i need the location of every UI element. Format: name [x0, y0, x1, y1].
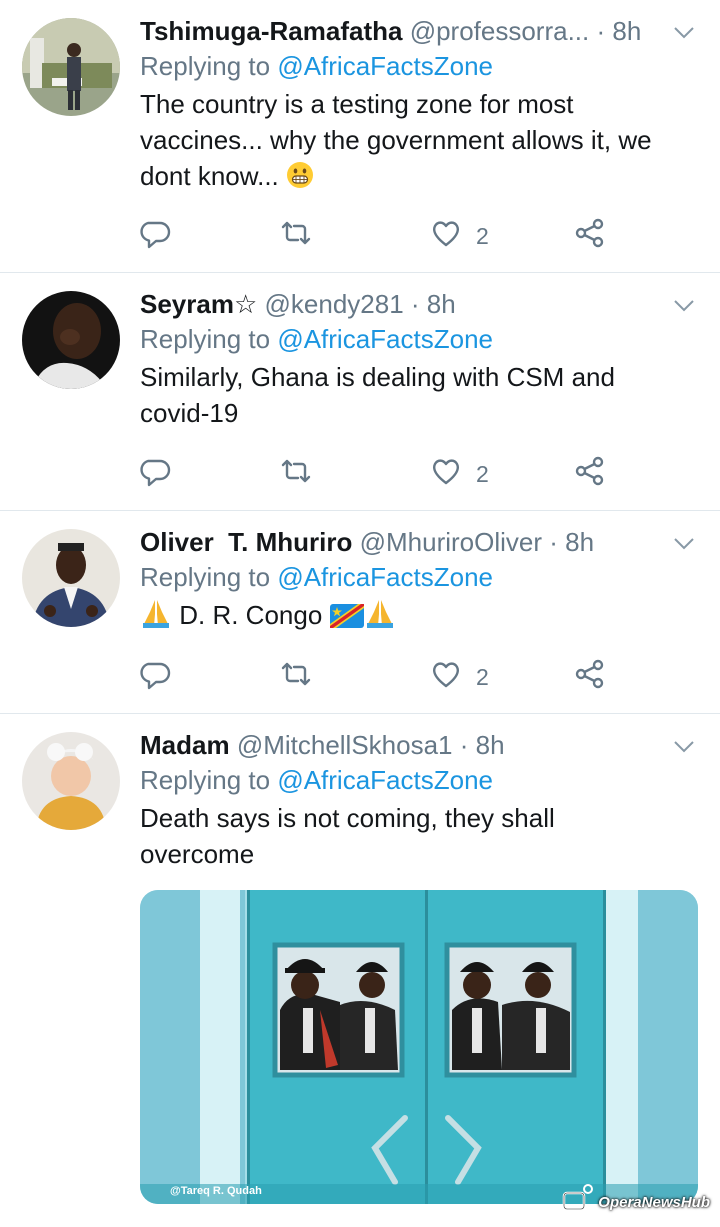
image-credit-text: @Tareq R. Qudah: [170, 1185, 262, 1197]
heart-icon: [430, 217, 462, 255]
user-handle[interactable]: @MitchellSkhosa1: [237, 730, 453, 760]
display-name[interactable]: Tshimuga-Ramafatha: [140, 16, 402, 46]
reply-icon: [140, 455, 172, 493]
display-name[interactable]: Oliver T. Mhuriro: [140, 527, 352, 557]
share-icon: [574, 455, 606, 493]
avatar[interactable]: [22, 291, 120, 389]
timestamp[interactable]: · 8h: [596, 16, 641, 46]
display-name[interactable]: Seyram: [140, 289, 234, 319]
user-handle[interactable]: @MhuriroOliver: [360, 527, 542, 557]
like-button[interactable]: 2: [430, 657, 489, 697]
user-handle[interactable]: @kendy281: [265, 289, 404, 319]
watermark: OperaNewsHub: [560, 1183, 710, 1222]
avatar[interactable]: [22, 732, 120, 830]
user-handle[interactable]: @professorra...: [410, 16, 590, 46]
heart-icon: [430, 658, 462, 696]
folded-hands-emoji-icon: [364, 598, 396, 637]
tweet-text-line: Similarly, Ghana is dealing with CSM and: [140, 362, 615, 392]
tweet-media-image[interactable]: @Tareq R. Qudah: [140, 890, 698, 1204]
reply-button[interactable]: [140, 454, 172, 494]
heart-icon: [430, 455, 462, 493]
like-count: 2: [476, 663, 489, 690]
tweet[interactable]: Seyram☆ @kendy281 · 8h Replying to @Afri…: [0, 273, 720, 511]
timestamp[interactable]: · 8h: [411, 289, 456, 319]
operanewshub-logo-icon: [560, 1183, 594, 1222]
chevron-down-icon[interactable]: [672, 293, 696, 317]
replying-prefix: Replying to: [140, 51, 271, 81]
retweet-icon: [280, 455, 312, 493]
retweet-button[interactable]: [280, 454, 312, 494]
grimacing-emoji-icon: [286, 161, 314, 198]
reply-button[interactable]: [140, 657, 172, 697]
retweet-button[interactable]: [280, 216, 312, 256]
drc-flag-icon: [329, 601, 364, 637]
replying-handle-link[interactable]: @AfricaFactsZone: [277, 324, 493, 354]
reply-icon: [140, 217, 172, 255]
replying-to: Replying to @AfricaFactsZone: [140, 762, 698, 798]
share-button[interactable]: [574, 216, 606, 256]
replying-handle-link[interactable]: @AfricaFactsZone: [277, 765, 493, 795]
replying-prefix: Replying to: [140, 324, 271, 354]
tweet-text-line: covid-19: [140, 398, 239, 428]
chevron-down-icon[interactable]: [672, 20, 696, 44]
tweet[interactable]: Oliver T. Mhuriro @MhuriroOliver · 8h Re…: [0, 511, 720, 714]
chevron-down-icon[interactable]: [672, 734, 696, 758]
replying-prefix: Replying to: [140, 765, 271, 795]
tweet-text-line: The country is a testing zone for most: [140, 89, 574, 119]
tweet-text: The country is a testing zone for most v…: [140, 86, 698, 198]
display-name[interactable]: Madam: [140, 730, 230, 760]
share-button[interactable]: [574, 657, 606, 697]
tweet[interactable]: Tshimuga-Ramafatha @professorra... · 8h …: [0, 0, 720, 273]
reply-icon: [140, 658, 172, 696]
display-name-suffix: ☆: [233, 289, 258, 319]
folded-hands-emoji-icon: [140, 598, 172, 637]
retweet-icon: [280, 658, 312, 696]
replying-to: Replying to @AfricaFactsZone: [140, 321, 698, 357]
tweet-text: Death says is not coming, they shall ove…: [140, 800, 698, 872]
like-button[interactable]: 2: [430, 454, 489, 494]
tweet-text-line: D. R. Congo: [179, 600, 323, 630]
replying-handle-link[interactable]: @AfricaFactsZone: [277, 51, 493, 81]
retweet-icon: [280, 217, 312, 255]
watermark-text: OperaNewsHub: [598, 1194, 710, 1211]
chevron-down-icon[interactable]: [672, 531, 696, 555]
tweet-text-line: vaccines... why the government allows it…: [140, 125, 652, 155]
like-count: 2: [476, 222, 489, 249]
replying-to: Replying to @AfricaFactsZone: [140, 48, 698, 84]
timestamp[interactable]: · 8h: [460, 730, 505, 760]
share-icon: [574, 217, 606, 255]
replying-handle-link[interactable]: @AfricaFactsZone: [277, 562, 493, 592]
timestamp[interactable]: · 8h: [549, 527, 594, 557]
like-button[interactable]: 2: [430, 216, 489, 256]
avatar[interactable]: [22, 18, 120, 116]
reply-button[interactable]: [140, 216, 172, 256]
tweet-text-line: dont know...: [140, 161, 279, 191]
like-count: 2: [476, 460, 489, 487]
avatar[interactable]: [22, 529, 120, 627]
replying-prefix: Replying to: [140, 562, 271, 592]
share-icon: [574, 658, 606, 696]
tweet-text-line: overcome: [140, 839, 255, 869]
tweet-text: Similarly, Ghana is dealing with CSM and…: [140, 359, 698, 431]
tweet-text-line: Death says is not coming, they shall: [140, 803, 555, 833]
replying-to: Replying to @AfricaFactsZone: [140, 559, 698, 595]
tweet-text: D. R. Congo: [140, 597, 698, 637]
retweet-button[interactable]: [280, 657, 312, 697]
share-button[interactable]: [574, 454, 606, 494]
